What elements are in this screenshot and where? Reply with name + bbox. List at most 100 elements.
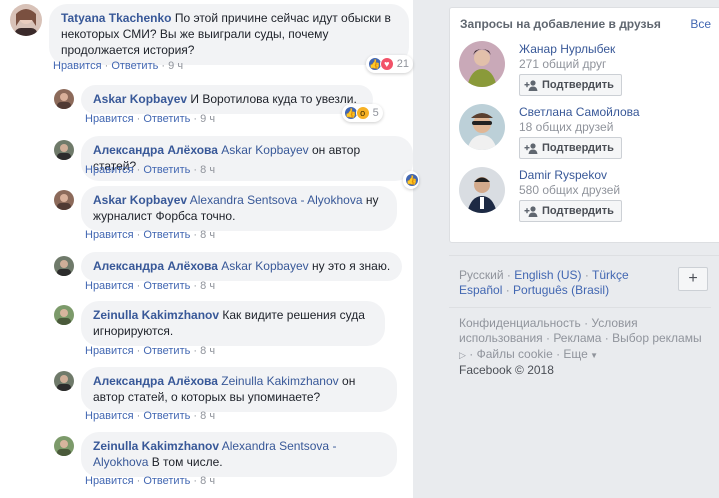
current-language: Русский: [459, 268, 504, 282]
comment-time[interactable]: 8 ч: [200, 280, 215, 292]
mutual-friends[interactable]: 271 общий друг: [519, 57, 606, 71]
comment-bubble: Zeinulla Kakimzhanov Как видите решения …: [81, 301, 385, 346]
like-link[interactable]: Нравится: [85, 475, 134, 487]
comment-actions: Нравится · Ответить · 8 ч: [85, 410, 216, 422]
comment-time[interactable]: 8 ч: [200, 475, 215, 487]
avatar[interactable]: [10, 4, 42, 36]
friend-name[interactable]: Damir Ryspekov: [519, 168, 607, 182]
comment-mention[interactable]: Askar Kopbayev: [221, 143, 308, 157]
comment-author[interactable]: Zeinulla Kakimzhanov: [93, 439, 219, 453]
comment-actions: Нравится · Ответить · 9 ч: [85, 113, 216, 125]
panel-title: Запросы на добавление в друзья: [460, 17, 661, 31]
comment-mention[interactable]: Askar Kopbayev: [221, 259, 308, 273]
love-icon: ♥: [379, 57, 394, 71]
like-link[interactable]: Нравится: [53, 60, 102, 72]
avatar[interactable]: [54, 140, 74, 160]
comment-author[interactable]: Александра Алёхова: [93, 259, 218, 273]
like-link[interactable]: Нравится: [85, 280, 134, 292]
comment-mention[interactable]: Alexandra Sentsova - Alyokhova: [190, 193, 363, 207]
comment-text: И Воротилова куда то увезли.: [190, 92, 357, 106]
comment-reply: Zeinulla Kakimzhanov Alexandra Sentsova …: [54, 432, 397, 477]
comment-author[interactable]: Tatyana Tkachenko: [61, 11, 171, 25]
comment-author[interactable]: Askar Kopbayev: [93, 193, 187, 207]
footer-link-more[interactable]: Еще: [563, 347, 587, 361]
footer-link-ad-choices[interactable]: Выбор рекламы: [612, 331, 701, 345]
avatar[interactable]: [54, 371, 74, 391]
mutual-friends[interactable]: 580 общих друзей: [519, 183, 620, 197]
confirm-label: Подтвердить: [542, 79, 614, 91]
reply-link[interactable]: Ответить: [143, 113, 190, 125]
footer: Конфиденциальность · Условия использован…: [449, 307, 711, 378]
like-link[interactable]: Нравится: [85, 410, 134, 422]
comment-bubble: Александра Алёхова Askar Kopbayev ну это…: [81, 252, 403, 281]
language-link[interactable]: English (US): [514, 268, 581, 282]
confirm-button[interactable]: Подтвердить: [519, 200, 622, 222]
avatar[interactable]: [459, 167, 505, 213]
language-link[interactable]: Español: [459, 283, 502, 297]
comment-author[interactable]: Александра Алёхова: [93, 374, 218, 388]
comment-actions: Нравится · Ответить · 8 ч: [85, 229, 216, 241]
like-link[interactable]: Нравится: [85, 345, 134, 357]
ad-choices-icon: ▷: [459, 350, 466, 360]
comment-time[interactable]: 8 ч: [200, 229, 215, 241]
reply-link[interactable]: Ответить: [143, 280, 190, 292]
language-list: Русский · English (US) · Türkçe Español …: [459, 268, 659, 298]
reply-link[interactable]: Ответить: [143, 164, 190, 176]
comment-bubble: Tatyana Tkachenko По этой причине сейчас…: [49, 4, 413, 73]
language-link[interactable]: Português (Brasil): [513, 283, 609, 297]
comment-actions: Нравится · Ответить · 8 ч: [85, 475, 216, 487]
add-friend-icon: [524, 80, 538, 91]
comment-time[interactable]: 8 ч: [200, 345, 215, 357]
friend-name[interactable]: Жанар Нурлыбек: [519, 42, 615, 56]
comment-time[interactable]: 8 ч: [200, 410, 215, 422]
footer-link-cookies[interactable]: Файлы cookie: [477, 347, 553, 361]
comment-bubble: Zeinulla Kakimzhanov Alexandra Sentsova …: [81, 432, 397, 477]
comment-time[interactable]: 9 ч: [200, 113, 215, 125]
reply-link[interactable]: Ответить: [143, 410, 190, 422]
like-link[interactable]: Нравится: [85, 164, 134, 176]
separator: ·: [581, 268, 593, 282]
avatar[interactable]: [54, 190, 74, 210]
confirm-button[interactable]: Подтвердить: [519, 137, 622, 159]
friend-name[interactable]: Светлана Самойлова: [519, 105, 640, 119]
reply-link[interactable]: Ответить: [111, 60, 158, 72]
comment-reply: Askar Kopbayev И Воротилова куда то увез…: [54, 85, 383, 122]
reply-link[interactable]: Ответить: [143, 345, 190, 357]
confirm-button[interactable]: Подтвердить: [519, 74, 622, 96]
language-link[interactable]: Türkçe: [592, 268, 629, 282]
footer-link-privacy[interactable]: Конфиденциальность: [459, 316, 581, 330]
reply-link[interactable]: Ответить: [143, 229, 190, 241]
avatar[interactable]: [54, 89, 74, 109]
comment-bubble: Askar Kopbayev И Воротилова куда то увез…: [81, 85, 383, 122]
avatar[interactable]: [459, 104, 505, 150]
comment-bubble: Александра Алёхова Zeinulla Kakimzhanov …: [81, 367, 397, 412]
comment-actions: Нравится · Ответить · 8 ч: [85, 164, 216, 176]
comment-author[interactable]: Askar Kopbayev: [93, 92, 187, 106]
reactions-summary[interactable]: 👍 o 5: [341, 104, 383, 122]
comment-author[interactable]: Александра Алёхова: [93, 143, 218, 157]
comment-actions: Нравится · Ответить · 9 ч: [53, 60, 184, 72]
avatar[interactable]: [54, 436, 74, 456]
reaction-count: 5: [372, 107, 379, 119]
language-selector: Русский · English (US) · Türkçe Español …: [449, 255, 719, 305]
reactions-summary[interactable]: 👍 ♥ 21: [365, 55, 413, 73]
comments-column: Tatyana Tkachenko По этой причине сейчас…: [0, 0, 419, 498]
wow-icon: o: [355, 106, 370, 120]
comment-mention[interactable]: Zeinulla Kakimzhanov: [221, 374, 338, 388]
avatar[interactable]: [54, 256, 74, 276]
comment-actions: Нравится · Ответить · 8 ч: [85, 280, 216, 292]
avatar[interactable]: [54, 305, 74, 325]
like-link[interactable]: Нравится: [85, 229, 134, 241]
comment-reply: Александра Алёхова Askar Kopbayev ну это…: [54, 252, 403, 281]
see-all-link[interactable]: Все: [690, 17, 711, 31]
add-language-button[interactable]: +: [678, 267, 708, 291]
like-link[interactable]: Нравится: [85, 113, 134, 125]
comment-time[interactable]: 8 ч: [200, 164, 215, 176]
avatar[interactable]: [459, 41, 505, 87]
mutual-friends[interactable]: 18 общих друзей: [519, 120, 613, 134]
reactions-summary[interactable]: 👍: [403, 171, 419, 189]
comment-author[interactable]: Zeinulla Kakimzhanov: [93, 308, 219, 322]
footer-link-advertising[interactable]: Реклама: [553, 331, 601, 345]
reply-link[interactable]: Ответить: [143, 475, 190, 487]
comment-time[interactable]: 9 ч: [168, 60, 183, 72]
